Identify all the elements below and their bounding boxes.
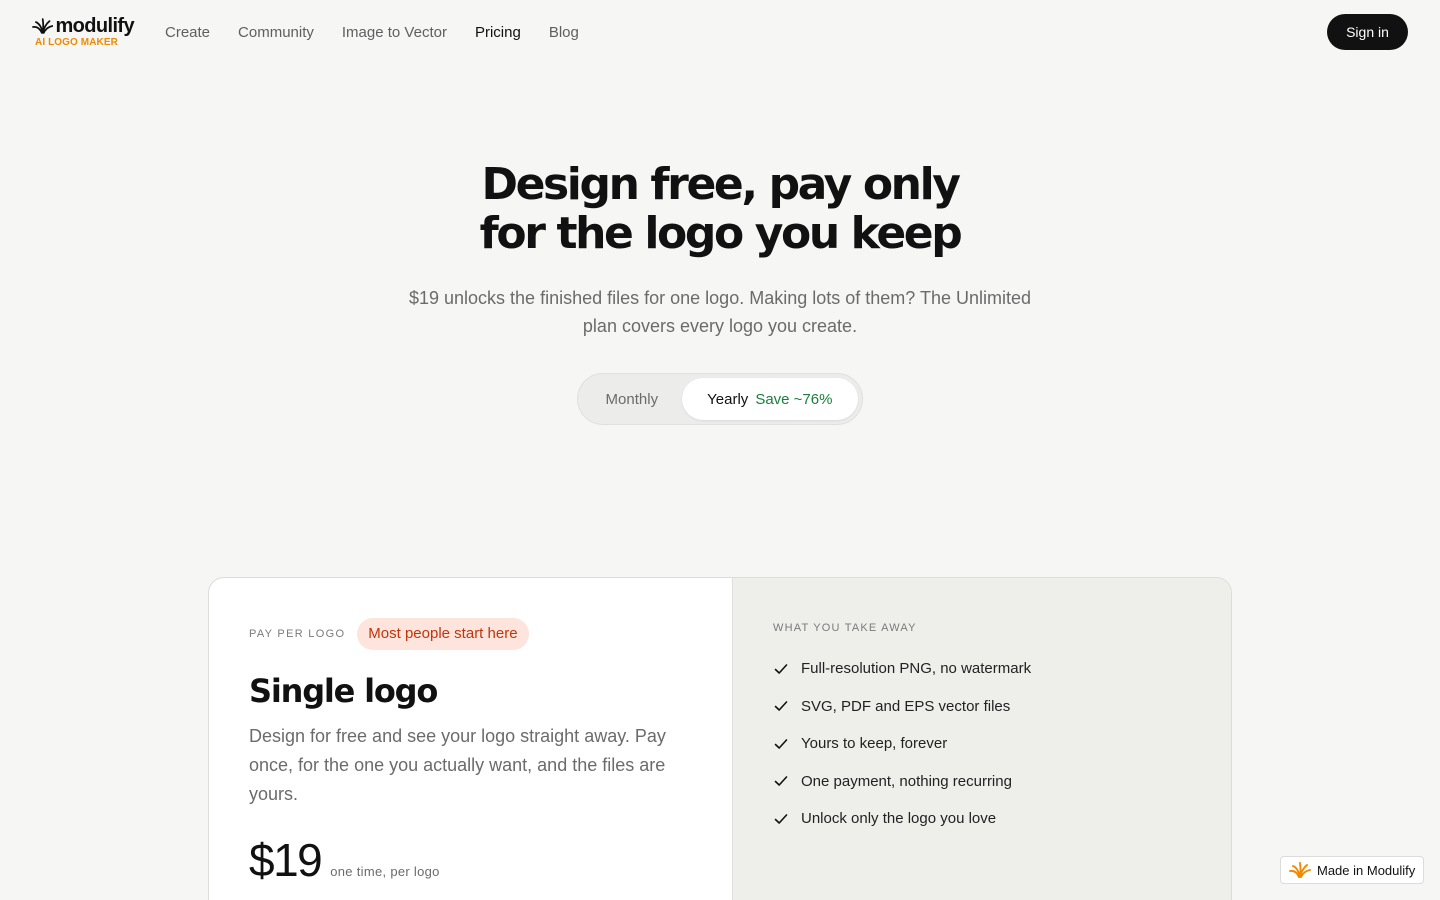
plan-price: $19 [249, 834, 323, 886]
price-row: $19 one time, per logo [249, 833, 692, 887]
feature-label: Yours to keep, forever [801, 735, 948, 753]
logo-wordmark: modulify [55, 15, 134, 37]
takeaway-title: WHAT YOU TAKE AWAY [773, 622, 917, 634]
top-nav: modulify AI LOGO MAKER Create Community … [0, 0, 1440, 64]
main-nav: Create Community Image to Vector Pricing… [165, 24, 607, 41]
toggle-monthly-label: Monthly [605, 390, 659, 408]
feature-item: Unlock only the logo you love [773, 800, 1191, 838]
sign-in-button[interactable]: Sign in [1327, 14, 1408, 50]
check-icon [774, 776, 788, 787]
feature-item: Full-resolution PNG, no watermark [773, 650, 1191, 688]
feature-list: Full-resolution PNG, no watermark SVG, P… [773, 650, 1191, 838]
plan-description: Design for free and see your logo straig… [249, 726, 666, 804]
page-subtitle: $19 unlocks the finished files for one l… [408, 288, 1031, 336]
feature-label: Unlock only the logo you love [801, 810, 997, 828]
page-title-line-2: for the logo you keep [479, 208, 963, 259]
check-icon [774, 701, 788, 712]
feature-item: Yours to keep, forever [773, 725, 1191, 763]
made-in-modulify-badge[interactable]: Made in Modulify [1280, 856, 1424, 884]
toggle-yearly-label: Yearly [707, 390, 749, 408]
save-percentage-label: Save ~76% [755, 390, 833, 408]
check-icon [774, 663, 788, 674]
feature-item: One payment, nothing recurring [773, 763, 1191, 801]
plan-panel: PAY PER LOGO Most people start here Sing… [209, 578, 733, 900]
nav-community[interactable]: Community [238, 24, 314, 41]
nav-pricing[interactable]: Pricing [475, 24, 521, 41]
plan-eyebrow: PAY PER LOGO [249, 628, 346, 640]
nav-create[interactable]: Create [165, 24, 210, 41]
feature-label: Full-resolution PNG, no watermark [801, 660, 1032, 678]
feature-item: SVG, PDF and EPS vector files [773, 688, 1191, 726]
toggle-yearly[interactable]: Yearly Save ~76% [681, 378, 858, 420]
nav-blog[interactable]: Blog [549, 24, 579, 41]
plan-title: Single logo [249, 672, 438, 710]
page-title: Design free, pay only for the logo you k… [0, 160, 1440, 258]
nav-image-to-vector[interactable]: Image to Vector [342, 24, 447, 41]
brand-logo[interactable]: modulify AI LOGO MAKER [32, 15, 135, 48]
page-title-line-1: Design free, pay only [481, 159, 960, 210]
check-icon [774, 813, 788, 824]
popular-badge: Most people start here [357, 618, 529, 650]
feature-label: SVG, PDF and EPS vector files [801, 697, 1011, 715]
made-in-label: Made in Modulify [1317, 862, 1416, 878]
check-icon [774, 738, 788, 749]
takeaway-panel: WHAT YOU TAKE AWAY Full-resolution PNG, … [733, 578, 1231, 900]
toggle-monthly[interactable]: Monthly [582, 378, 682, 420]
feature-label: One payment, nothing recurring [801, 772, 1012, 790]
logo-tagline: AI LOGO MAKER [35, 37, 118, 48]
modulify-mark-icon [1289, 862, 1311, 878]
logo-mark-icon [32, 18, 54, 34]
pricing-card: PAY PER LOGO Most people start here Sing… [208, 577, 1232, 900]
price-note: one time, per logo [330, 864, 440, 879]
billing-toggle: Monthly Yearly Save ~76% [577, 373, 863, 425]
